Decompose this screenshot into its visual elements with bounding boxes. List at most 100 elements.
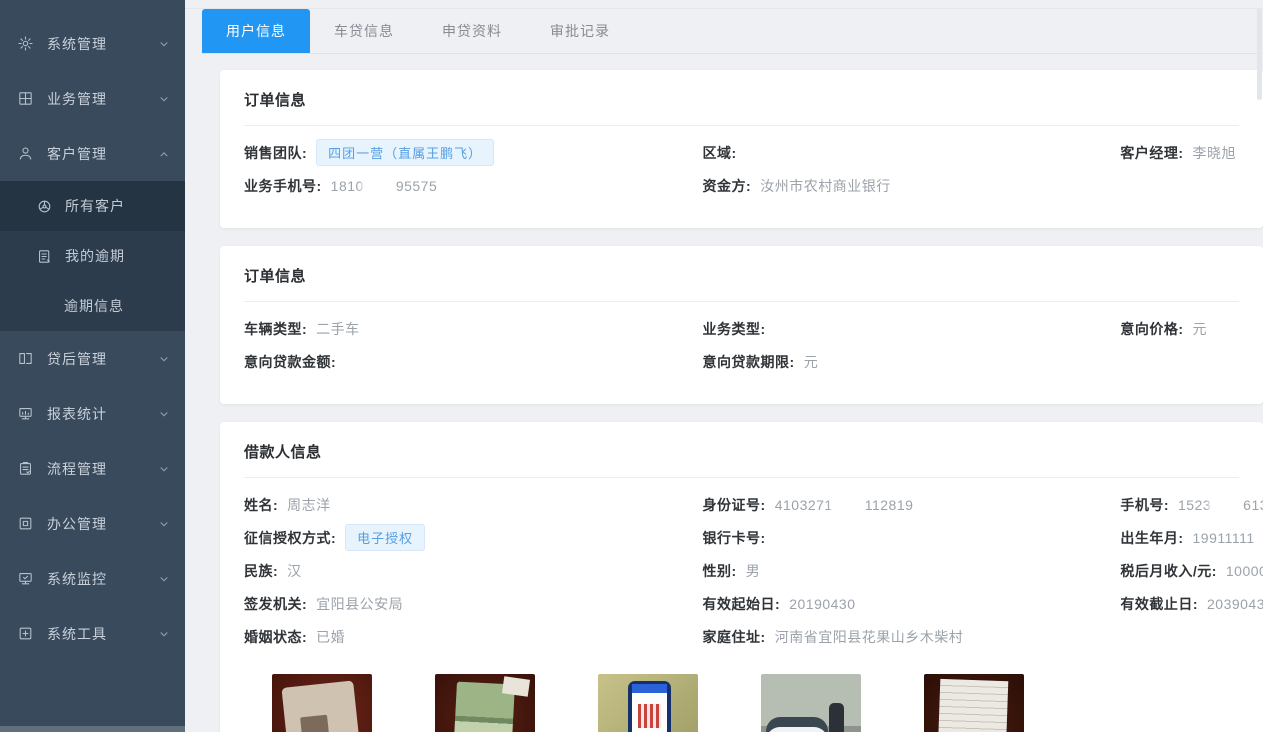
field-label: 手机号 <box>1120 497 1169 513</box>
card-divider <box>244 477 1239 478</box>
card-title: 订单信息 <box>244 265 1263 286</box>
field-value-suffix: 95575 <box>396 178 437 194</box>
sidebar-item-label: 系统监控 <box>47 569 157 589</box>
main-content: 用户信息车贷信息申贷资料审批记录 订单信息销售团队四团一营（直属王鹏飞）区域客户… <box>185 0 1263 732</box>
sidebar-item-report-statistics[interactable]: 报表统计 <box>0 386 185 441</box>
redaction-mask <box>834 497 864 512</box>
sidebar-item-office-management[interactable]: 办公管理 <box>0 496 185 551</box>
field-label: 税后月收入/元 <box>1120 563 1217 579</box>
field: 业务类型 <box>703 319 1121 339</box>
chevron-down-icon <box>157 517 171 531</box>
sidebar-item-system-monitor[interactable]: 系统监控 <box>0 551 185 606</box>
field: 车辆类型二手车 <box>244 319 703 339</box>
field-label: 出生年月 <box>1120 530 1183 546</box>
sidebar-collapse-bar[interactable] <box>0 726 185 732</box>
field-label: 意向贷款期限 <box>703 354 795 370</box>
field-label: 区域 <box>703 145 737 161</box>
chevron-down-icon <box>157 627 171 641</box>
field-value: 4103271112819 <box>775 497 914 513</box>
gear-icon <box>17 35 34 52</box>
sidebar-item-system-management[interactable]: 系统管理 <box>0 16 185 71</box>
field-row: 签发机关宜阳县公安局有效起始日20190430有效截止日20390430 <box>244 587 1263 620</box>
field-row: 征信授权方式电子授权银行卡号出生年月19911111 <box>244 521 1263 554</box>
sidebar-item-system-tools[interactable]: 系统工具 <box>0 606 185 661</box>
sidebar-item-my-overdue[interactable]: 我的逾期 <box>0 231 185 281</box>
field: 有效截止日20390430 <box>1120 594 1263 614</box>
field-value: 1810 95575 <box>331 178 438 194</box>
photo-shape <box>938 679 1009 732</box>
sidebar-item-post-loan-management[interactable]: 贷后管理 <box>0 331 185 386</box>
sidebar-item-overdue-info[interactable]: 逾期信息 <box>0 281 185 331</box>
sidebar-item-process-management[interactable]: 流程管理 <box>0 441 185 496</box>
sidebar-item-customer-management[interactable]: 客户管理 <box>0 126 185 181</box>
redaction-mask <box>365 178 395 193</box>
field-value: 男 <box>746 563 761 579</box>
field-value: 宜阳县公安局 <box>316 596 403 612</box>
sidebar-item-all-customers[interactable]: 所有客户 <box>0 181 185 231</box>
chevron-down-icon <box>157 37 171 51</box>
field: 意向价格元 <box>1120 319 1263 339</box>
field: 意向贷款金额 <box>244 352 703 372</box>
sidebar-item-label: 报表统计 <box>47 404 157 424</box>
field-label: 销售团队 <box>244 145 307 161</box>
field-row: 车辆类型二手车业务类型意向价格元 <box>244 312 1263 345</box>
borrower-info-card: 借款人信息姓名周志洋身份证号4103271112819手机号15236137征信… <box>220 422 1263 732</box>
customers-icon <box>36 198 53 215</box>
report-icon <box>17 405 34 422</box>
field-row: 业务手机号181095575资金方汝州市农村商业银行 <box>244 169 1263 202</box>
field-label: 身份证号 <box>703 497 766 513</box>
book-icon <box>17 350 34 367</box>
field-tag[interactable]: 电子授权 <box>345 524 425 551</box>
field-label: 意向价格 <box>1120 321 1183 337</box>
app-root: 系统管理业务管理客户管理所有客户我的逾期逾期信息贷后管理报表统计流程管理办公管理… <box>0 0 1263 732</box>
field-value: 二手车 <box>316 321 360 337</box>
sidebar-item-label: 业务管理 <box>47 89 157 109</box>
card-divider <box>244 125 1239 126</box>
tab-approval-records[interactable]: 审批记录 <box>526 9 634 53</box>
sidebar-item-business-management[interactable]: 业务管理 <box>0 71 185 126</box>
person-car-photo-item: 人车合影 <box>761 674 861 732</box>
field-value-suffix: 112819 <box>865 497 914 513</box>
office-icon <box>17 515 34 532</box>
card-title: 订单信息 <box>244 89 1263 110</box>
tab-loan-application-docs[interactable]: 申贷资料 <box>418 9 526 53</box>
field-value-prefix: 1810 <box>331 178 364 194</box>
order-info-card-2: 订单信息车辆类型二手车业务类型意向价格元意向贷款金额意向贷款期限元 <box>220 246 1263 404</box>
field-label: 车辆类型 <box>244 321 307 337</box>
field: 身份证号 4103271112819 <box>703 495 1121 515</box>
field-tag[interactable]: 四团一营（直属王鹏飞） <box>316 139 494 166</box>
household-register-photo[interactable] <box>435 674 535 732</box>
field-label: 家庭住址 <box>703 629 766 645</box>
overdue-icon <box>36 248 53 265</box>
redaction-mask <box>1212 497 1242 512</box>
document-photo[interactable] <box>924 674 1024 732</box>
scrollbar-thumb[interactable] <box>1257 8 1262 100</box>
field-value: 20390430 <box>1207 596 1263 612</box>
credit-auth-photo[interactable] <box>598 674 698 732</box>
chevron-down-icon <box>157 462 171 476</box>
field-row: 意向贷款金额意向贷款期限元 <box>244 345 1263 378</box>
field-value: 河南省宜阳县花果山乡木柴村 <box>775 629 964 645</box>
chevron-down-icon <box>157 407 171 421</box>
field: 有效起始日20190430 <box>703 594 1121 614</box>
field: 税后月收入/元 10000 <box>1120 561 1263 581</box>
sidebar-item-label: 贷后管理 <box>47 349 157 369</box>
photo-shape <box>502 676 530 697</box>
tab-user-info[interactable]: 用户信息 <box>202 9 310 53</box>
field-value: 周志洋 <box>287 497 331 513</box>
field-value-suffix: 6137 <box>1243 497 1263 513</box>
person-car-photo[interactable] <box>761 674 861 732</box>
field-value: 10000 <box>1226 563 1263 579</box>
id-card-photo[interactable] <box>272 674 372 732</box>
field-label: 姓名 <box>244 497 278 513</box>
photo-shape <box>300 714 331 732</box>
tab-car-loan-info[interactable]: 车贷信息 <box>310 9 418 53</box>
field: 业务手机号181095575 <box>244 176 703 196</box>
field-value: 15236137 <box>1178 497 1263 513</box>
credit-auth-photo-item: 征信授权书 <box>598 674 698 732</box>
field-value: 20190430 <box>789 596 855 612</box>
sidebar-item-label: 系统管理 <box>47 34 157 54</box>
field-value: 已婚 <box>316 629 345 645</box>
workflow-icon <box>17 460 34 477</box>
document-photo-item: 其他材料 <box>924 674 1024 732</box>
